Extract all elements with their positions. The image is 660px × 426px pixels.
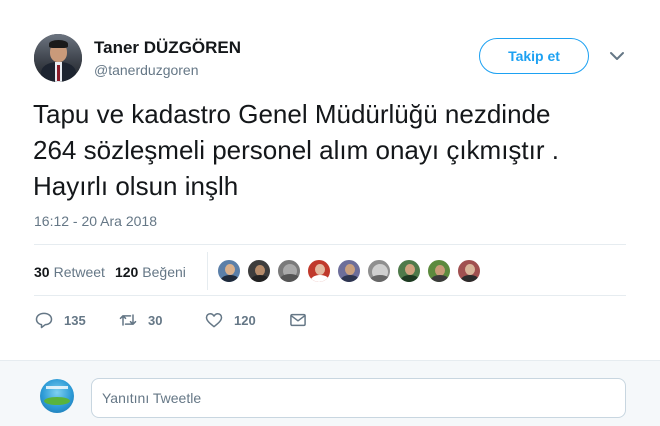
author-name[interactable]: Taner DÜZGÖREN (94, 38, 241, 58)
reply-input[interactable]: Yanıtını Tweetle (91, 378, 626, 418)
tweet-text: Tapu ve kadastro Genel Müdürlüğü nezdind… (33, 99, 559, 201)
author-avatar[interactable] (34, 34, 82, 82)
divider (34, 244, 626, 245)
reply-icon (35, 312, 53, 329)
reply-button[interactable]: 135 (34, 308, 86, 332)
current-user-avatar[interactable] (40, 379, 74, 413)
like-stat-label[interactable]: Beğeni (142, 264, 186, 280)
reply-count: 135 (64, 312, 86, 328)
retweet-count: 30 (148, 312, 163, 328)
retweet-stat-label[interactable]: Retweet (54, 264, 105, 280)
liker-avatar[interactable] (246, 258, 272, 284)
retweet-button[interactable]: 30 (118, 308, 162, 332)
like-button[interactable]: 120 (204, 308, 256, 332)
reply-bar: Yanıtını Tweetle (0, 360, 660, 426)
divider (34, 295, 626, 296)
stats-separator (207, 252, 208, 290)
liker-avatar[interactable] (306, 258, 332, 284)
follow-button[interactable]: Takip et (479, 38, 589, 74)
author-handle[interactable]: @tanerduzgoren (94, 62, 199, 78)
liker-avatar[interactable] (456, 258, 482, 284)
liker-avatar[interactable] (396, 258, 422, 284)
tweet-timestamp[interactable]: 16:12 - 20 Ara 2018 (34, 213, 157, 229)
liker-avatar[interactable] (276, 258, 302, 284)
like-count: 120 (234, 312, 256, 328)
liker-avatar[interactable] (366, 258, 392, 284)
chevron-down-icon[interactable] (609, 49, 625, 63)
direct-message-button[interactable] (288, 308, 308, 332)
tweet-card: Taner DÜZGÖREN @tanerduzgoren Takip et T… (0, 0, 660, 360)
retweet-stat-count[interactable]: 30 (34, 264, 50, 280)
tweet-stats: 30 Retweet 120 Beğeni (34, 258, 186, 286)
like-stat-count[interactable]: 120 (115, 264, 138, 280)
liker-avatar[interactable] (336, 258, 362, 284)
liker-avatar[interactable] (426, 258, 452, 284)
liker-avatar[interactable] (216, 258, 242, 284)
retweet-icon (119, 314, 137, 326)
mail-icon (290, 313, 306, 327)
heart-icon (205, 313, 223, 328)
